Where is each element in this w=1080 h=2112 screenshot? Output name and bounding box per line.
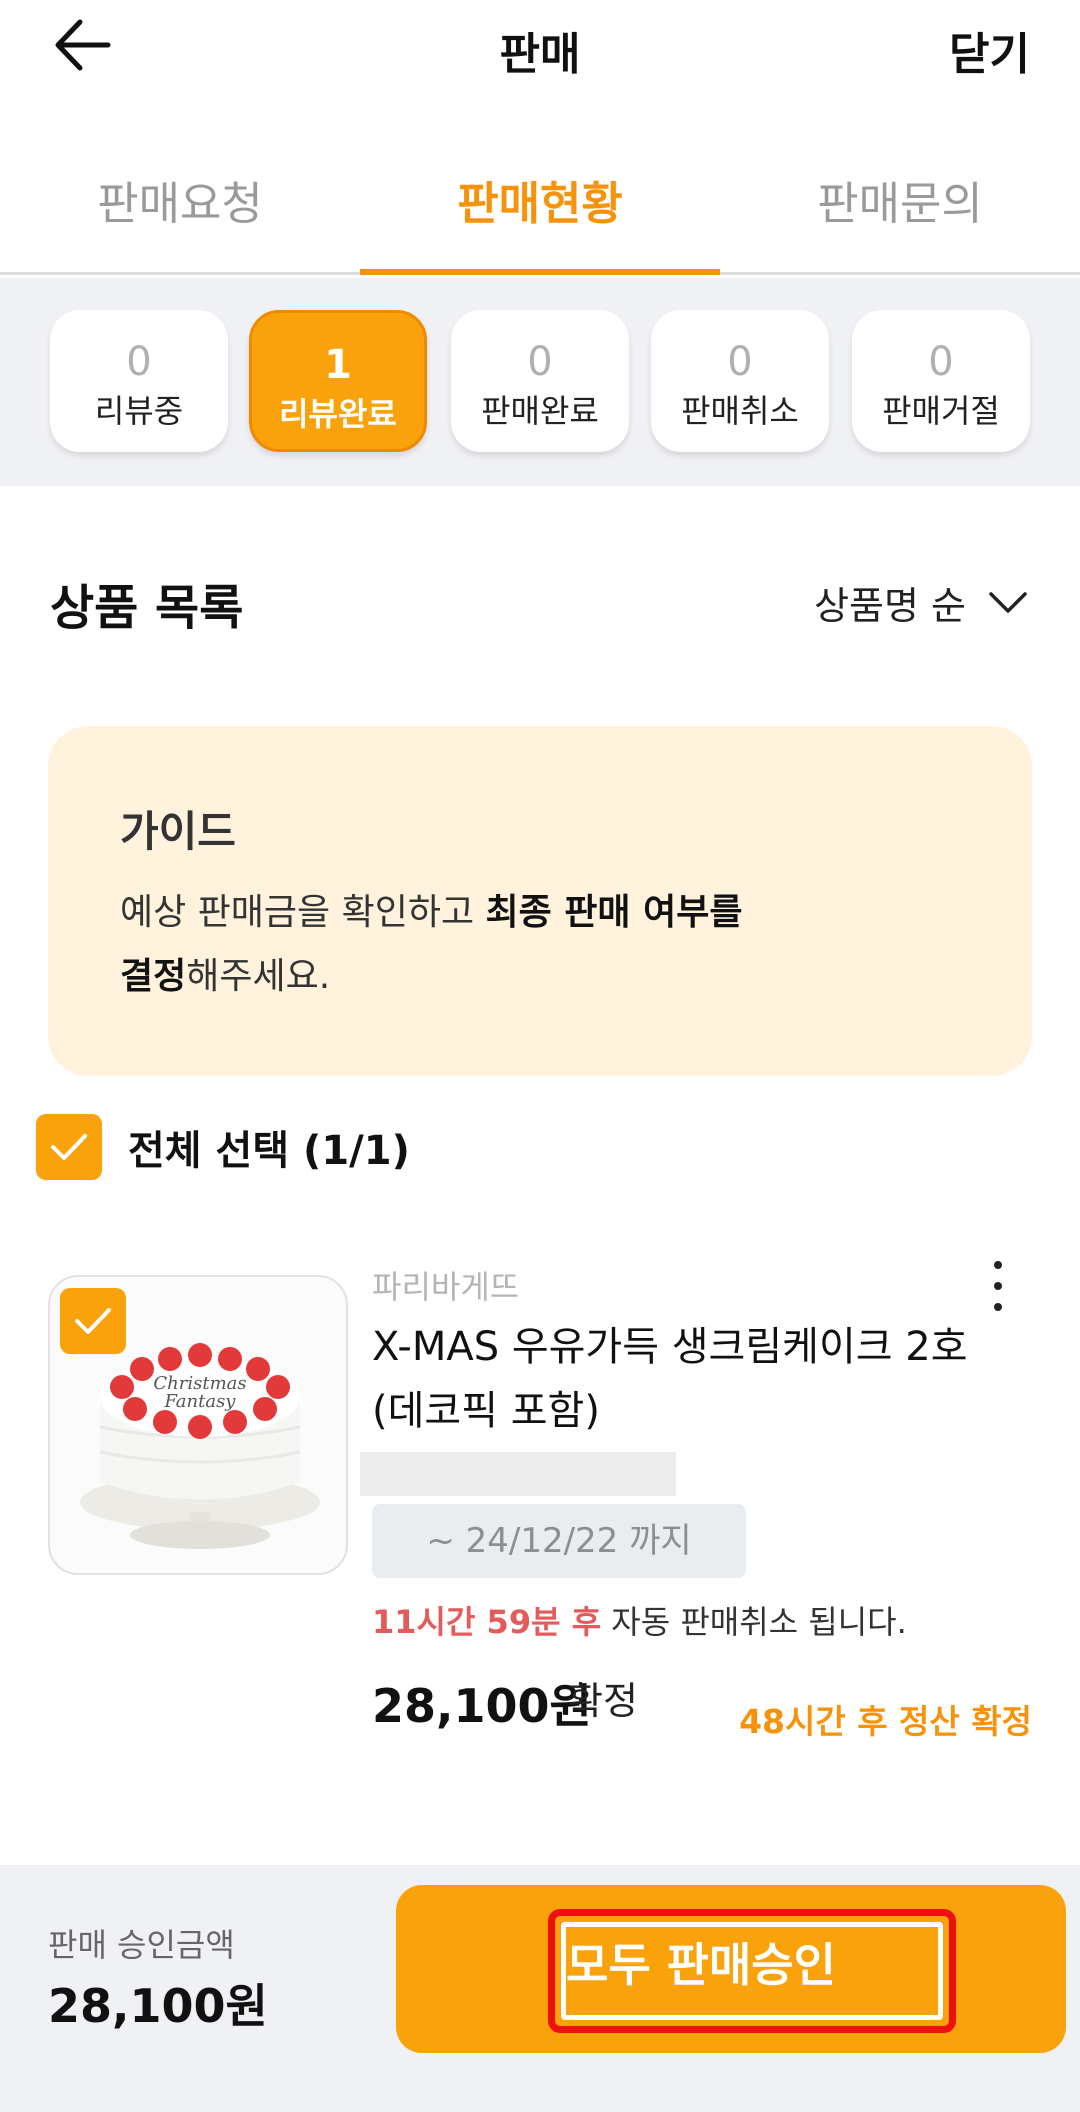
cancel-time: 11시간 59분 후 [372,1603,602,1641]
settlement-notice: 48시간 후 정산 확정 [739,1702,1032,1741]
status-count: 1 [324,342,352,388]
approve-all-label: 모두 판매승인 [566,1938,836,1992]
status-filter-bar: 0 리뷰중 1 리뷰완료 0 판매완료 0 판매취소 0 판매거절 [0,278,1080,486]
status-label: 판매완료 [481,392,599,430]
status-count: 0 [126,339,152,385]
product-price: 28,100원 [372,1679,592,1733]
guide-title: 가이드 [120,807,236,856]
select-all-checkbox[interactable]: 전체 선택 (1/1) [36,1114,410,1180]
status-label: 판매거절 [882,392,1000,430]
page-title: 판매 [499,29,581,80]
deadline-badge: ~ 24/12/22 까지 [372,1504,746,1578]
approve-all-button[interactable]: 모두 판매승인 [396,1885,1066,2053]
status-chip-reviewing[interactable]: 0 리뷰중 [50,310,228,452]
sort-label: 상품명 순 [814,584,966,628]
status-count: 0 [527,339,553,385]
guide-text-part: 예상 판매금을 확인하고 [120,892,486,933]
status-count: 0 [727,339,753,385]
approval-amount-value: 28,100원 [48,1979,268,2033]
option-placeholder [360,1452,676,1496]
guide-box: 가이드 예상 판매금을 확인하고 최종 판매 여부를결정해주세요. [48,726,1032,1076]
status-chip-rejected[interactable]: 0 판매거절 [852,310,1030,452]
tab-sales-request[interactable]: 판매요청 [0,145,360,272]
product-checkbox[interactable] [60,1288,126,1354]
status-label: 판매취소 [681,392,799,430]
tab-sales-inquiry[interactable]: 판매문의 [720,145,1080,272]
status-label: 리뷰중 [94,392,184,430]
tab-sales-status[interactable]: 판매현황 [360,145,720,275]
guide-text-part: 해주세요. [186,956,331,997]
status-chip-sold[interactable]: 0 판매완료 [451,310,629,452]
sort-dropdown[interactable]: 상품명 순 [814,575,1028,630]
cancel-text: 자동 판매취소 됩니다. [601,1603,907,1641]
header: 판매 닫기 [0,0,1080,95]
chevron-down-icon [989,591,1027,613]
close-button[interactable]: 닫기 [949,18,1030,82]
guide-text-bold: 최종 판매 여부를 [485,892,743,933]
check-icon [75,1308,111,1334]
status-chip-cancelled[interactable]: 0 판매취소 [651,310,829,452]
product-list-title: 상품 목록 [50,580,244,636]
product-brand: 파리바게뜨 [372,1268,520,1306]
status-label: 리뷰완료 [279,395,397,433]
approval-amount-label: 판매 승인금액 [48,1926,235,1964]
more-options-icon[interactable] [980,1258,1016,1314]
guide-text: 예상 판매금을 확인하고 최종 판매 여부를결정해주세요. [120,881,880,1009]
cake-topper-text: Fantasy [164,1391,237,1412]
product-name: X-MAS 우유가득 생크림케이크 2호 (데코픽 포함) [372,1324,968,1434]
tab-bar: 판매요청 판매현황 판매문의 [0,145,1080,275]
status-chip-review-done[interactable]: 1 리뷰완료 [249,310,427,452]
checkbox-checked-icon [36,1114,102,1180]
select-all-label: 전체 선택 (1/1) [128,1128,410,1174]
auto-cancel-notice: 11시간 59분 후 자동 판매취소 됩니다. [372,1597,907,1643]
status-count: 0 [928,339,954,385]
guide-text-bold: 결정 [120,956,187,997]
price-status: 확정 [568,1679,638,1723]
